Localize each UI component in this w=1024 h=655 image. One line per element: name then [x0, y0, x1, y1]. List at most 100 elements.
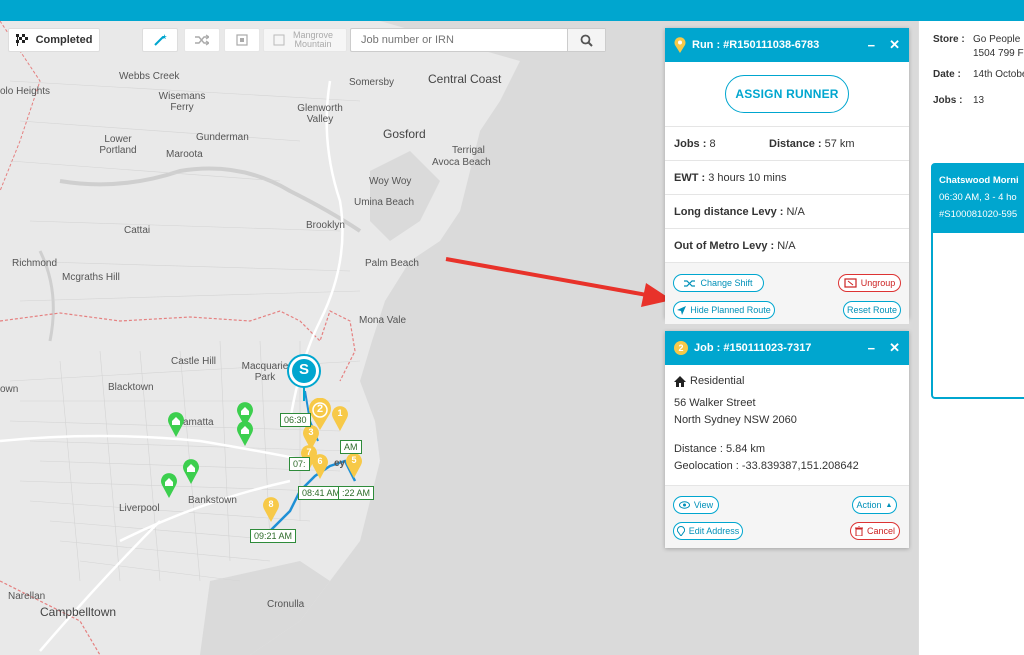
- view-button[interactable]: View: [673, 496, 719, 514]
- reset-route-button[interactable]: Reset Route: [843, 301, 901, 319]
- ewt-row: EWT : 3 hours 10 mins: [665, 160, 909, 194]
- map-label: amatta: [183, 417, 214, 428]
- green-job-pin[interactable]: [167, 411, 185, 440]
- assign-runner-button[interactable]: ASSIGN RUNNER: [725, 75, 849, 113]
- map-label: Cattai: [124, 225, 151, 236]
- date-label: Date :: [933, 69, 961, 80]
- green-job-pin[interactable]: [182, 458, 200, 487]
- job-pin-1[interactable]: 1: [331, 405, 349, 434]
- reset-route-label: Reset Route: [846, 305, 898, 315]
- action-dropdown-button[interactable]: Action ▲: [852, 496, 897, 514]
- checkered-flag-icon: [15, 34, 30, 46]
- home-icon: [674, 376, 686, 387]
- hide-route-label: Hide Planned Route: [690, 305, 771, 315]
- cancel-label: Cancel: [866, 526, 895, 536]
- navigation-arrow-icon: [677, 305, 687, 315]
- job-title: Job : #150111023-7317: [694, 342, 812, 354]
- home-pin-icon: [168, 412, 184, 437]
- hide-planned-route-button[interactable]: Hide Planned Route: [673, 301, 775, 319]
- completed-label: Completed: [35, 34, 93, 46]
- layer-icon: [273, 34, 285, 46]
- search-icon: [580, 34, 593, 47]
- job-search-box: [350, 28, 606, 52]
- levy-row: Long distance Levy : N/A: [665, 194, 909, 228]
- job-search-input[interactable]: [351, 29, 567, 51]
- map-label: ey: [334, 458, 346, 469]
- pin-number: 2: [316, 403, 324, 415]
- distance-label: Distance :: [769, 137, 822, 150]
- search-button[interactable]: [567, 29, 605, 51]
- view-label: View: [693, 500, 714, 510]
- run-stats-row: Jobs : 8 Distance : 57 km: [665, 126, 909, 160]
- job-badge: 2: [674, 341, 688, 355]
- levy-value: N/A: [786, 205, 805, 218]
- close-icon[interactable]: ✕: [889, 37, 900, 53]
- shuffle-icon: [195, 34, 209, 46]
- shift-card-time: 06:30 AM, 3 - 4 ho: [939, 192, 1017, 203]
- job-type: Residential: [690, 375, 745, 387]
- green-job-pin[interactable]: [236, 420, 254, 449]
- change-shift-button[interactable]: Change Shift: [673, 274, 764, 292]
- ungroup-label: Ungroup: [860, 278, 896, 288]
- map-label: Woy Woy: [369, 176, 412, 187]
- ungroup-button[interactable]: Ungroup: [838, 274, 901, 292]
- run-panel-header: Run : #R150111038-6783 − ✕: [665, 28, 909, 62]
- magic-wand-icon: [154, 34, 167, 46]
- map-label: Terrigal: [452, 145, 485, 156]
- jobs-label: Jobs :: [674, 137, 707, 150]
- map-label: Palm Beach: [365, 258, 419, 269]
- run-summary-sidebar: Store : Go People 1504 799 F Date : 14th O…: [918, 21, 1024, 655]
- annotation-arrow: [445, 257, 672, 307]
- map-label: own: [0, 384, 19, 395]
- magic-wand-button[interactable]: [142, 28, 178, 52]
- run-panel: Run : #R150111038-6783 − ✕ ASSIGN RUNNER…: [665, 28, 909, 324]
- top-bar: [0, 0, 1024, 21]
- shift-card[interactable]: Chatswood Morni 06:30 AM, 3 - 4 ho #S100…: [931, 163, 1024, 399]
- green-job-pin[interactable]: [160, 472, 178, 501]
- eta-tag: 09:21 AM: [250, 529, 297, 543]
- pin-number: 6: [317, 456, 323, 466]
- job-distance: Distance : 5.84 km: [674, 443, 766, 455]
- store-label: Store :: [933, 34, 965, 45]
- action-label: Action: [856, 500, 882, 510]
- map-label: Blacktown: [108, 382, 154, 393]
- job-pin-8[interactable]: 8: [262, 496, 280, 525]
- select-area-button[interactable]: [224, 28, 260, 52]
- edit-address-label: Edit Address: [688, 526, 740, 536]
- shift-card-header: Chatswood Morni 06:30 AM, 3 - 4 ho #S100…: [933, 165, 1024, 233]
- minimize-icon[interactable]: −: [868, 38, 876, 53]
- trash-icon: [854, 526, 863, 536]
- distance-value: 57 km: [824, 137, 855, 150]
- ewt-value: 3 hours 10 mins: [708, 171, 787, 184]
- pin-number: 1: [337, 408, 343, 418]
- minimize-icon[interactable]: −: [868, 341, 876, 356]
- home-pin-icon: [237, 421, 253, 446]
- jobs-label: Jobs :: [933, 95, 963, 106]
- shuffle-route-button[interactable]: [184, 28, 220, 52]
- job-details: Residential 56 Walker Street North Sydne…: [665, 365, 909, 485]
- map-label: Lower Portland: [99, 134, 137, 156]
- job-pin-6[interactable]: 6: [311, 453, 329, 482]
- map-label: Gosford: [383, 127, 426, 141]
- map-label: Castle Hill: [171, 356, 217, 367]
- mangrove-layer-button[interactable]: Mangrove Mountain: [263, 28, 347, 52]
- jobs-value: 13: [973, 95, 985, 106]
- pin-number: 5: [351, 455, 357, 465]
- ungroup-icon: [844, 278, 857, 288]
- job-pin-5[interactable]: 5: [345, 452, 363, 481]
- shift-card-title: Chatswood Morni: [939, 175, 1019, 186]
- select-area-icon: [236, 34, 248, 46]
- home-pin-icon: [183, 459, 199, 484]
- map-label: Glenworth Valley: [297, 103, 343, 125]
- map-label: Macquarie Park: [241, 361, 289, 383]
- shift-card-id: #S100081020-595: [939, 209, 1018, 220]
- metro-value: N/A: [777, 239, 796, 252]
- map-label: Brooklyn: [306, 220, 345, 231]
- map-label: Umina Beach: [354, 197, 415, 208]
- map-label: Mcgraths Hill: [62, 272, 120, 283]
- close-icon[interactable]: ✕: [889, 340, 900, 356]
- cancel-button[interactable]: Cancel: [850, 522, 900, 540]
- edit-address-button[interactable]: Edit Address: [673, 522, 743, 540]
- store-value-line2: 1504 799 F: [973, 48, 1024, 59]
- completed-filter-button[interactable]: Completed: [8, 28, 100, 52]
